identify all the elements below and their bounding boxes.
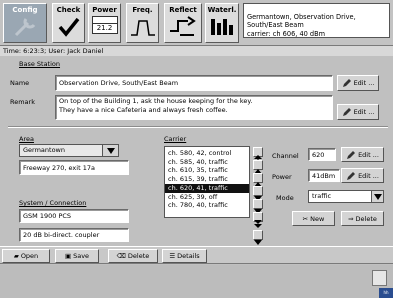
area-detail-field[interactable]: Freeway 270, exit 17a (19, 160, 129, 175)
reflect-button[interactable]: Reflect (164, 3, 202, 43)
station-info-display: Germantown, Observation Drive, South/Eas… (243, 3, 390, 38)
open-button[interactable]: ▰ Open (2, 249, 50, 263)
new-carrier-button[interactable]: ✂ New (292, 211, 335, 226)
chevron-down-icon (102, 145, 118, 156)
carrier-list-item[interactable]: ch. 615, 39, traffic (165, 175, 249, 184)
channel-field[interactable]: 620 (308, 148, 336, 161)
delete-carrier-button[interactable]: ⇒ Delete (341, 211, 384, 226)
area-dropdown[interactable]: Germantown (19, 144, 119, 157)
check-button[interactable]: Check (52, 3, 85, 43)
reflection-icon (170, 16, 196, 36)
channel-edit-label: Edit ... (358, 150, 379, 159)
open-label: Open (20, 252, 39, 260)
reflect-label: Reflect (169, 6, 197, 14)
freq-label: Freq. (132, 6, 153, 14)
area-title: Area (19, 135, 34, 143)
delete-bottom-label: Delete (127, 252, 150, 260)
move-up-button[interactable] (253, 160, 263, 174)
config-label: Config (12, 6, 38, 14)
power-edit-label: Edit ... (358, 171, 379, 180)
empty-panel: hh (0, 265, 393, 298)
checkmark-icon (58, 17, 79, 37)
bottom-toolbar: ▰ Open ▣ Save ⌫ Delete ☰ Details (0, 246, 393, 264)
divider (8, 126, 388, 128)
station-info-text: Germantown, Observation Drive, South/Eas… (247, 13, 356, 38)
system-title: System / Connection (19, 199, 87, 207)
channel-edit-button[interactable]: Edit ... (341, 147, 384, 162)
remark-field[interactable]: On top of the Building 1, ask the house … (55, 95, 333, 120)
carrier-list-item[interactable]: ch. 625, 39, off (165, 193, 249, 202)
carrier-list-item[interactable]: ch. 585, 40, traffic (165, 158, 249, 167)
waterfall-button[interactable]: Waterl. (205, 3, 239, 43)
chevron-down-icon (371, 191, 383, 202)
system-field[interactable]: GSM 1900 PCS (19, 209, 129, 223)
new-label: New (310, 214, 325, 223)
carrier-list-item[interactable]: ch. 610, 35, traffic (165, 166, 249, 175)
pencil-icon (342, 108, 351, 116)
carrier-list[interactable]: ch. 580, 42, control ch. 585, 40, traffic… (164, 146, 250, 218)
power-label: Power (92, 6, 117, 14)
pencil-icon (342, 79, 351, 87)
remark-edit-button[interactable]: Edit ... (337, 104, 379, 120)
move-bottom-button[interactable] (253, 212, 263, 228)
move-down-button[interactable] (253, 199, 263, 214)
name-edit-button[interactable]: Edit ... (337, 75, 379, 91)
config-button[interactable]: Config (3, 3, 47, 43)
spectrum-icon (130, 20, 155, 36)
move-top-button[interactable] (253, 147, 263, 163)
waterfall-icon (211, 19, 233, 35)
name-edit-label: Edit ... (353, 79, 375, 87)
delete-button[interactable]: ⌫ Delete (108, 249, 158, 263)
pencil-icon (347, 171, 356, 180)
power-meter-value: 21.2 (96, 24, 113, 32)
base-station-title: Base Station (19, 60, 61, 68)
pencil-icon (347, 150, 356, 159)
power-edit-button[interactable]: Edit ... (341, 168, 384, 183)
power-meter-icon: 21.2 (91, 16, 118, 34)
window-thumbnail-icon[interactable] (372, 270, 387, 286)
carrier-title: Carrier (164, 135, 187, 143)
disk-icon: ▣ (64, 252, 72, 260)
folder-icon: ▰ (13, 252, 19, 260)
tray-text: hh (383, 290, 389, 295)
eraser-icon: ⌫ (116, 252, 126, 260)
move-one-down-button[interactable] (253, 186, 263, 201)
carrier-list-item[interactable]: ch. 780, 40, traffic (165, 201, 249, 210)
mode-dropdown[interactable]: traffic (308, 190, 384, 203)
remark-label: Remark (10, 98, 35, 106)
connection-field[interactable]: 20 dB bi-direct. coupler (19, 228, 129, 242)
mode-selected: traffic (312, 192, 332, 200)
time-user-text: Time: 6:23:3; User: Jack Daniel (3, 47, 104, 55)
power-button[interactable]: Power 21.2 (88, 3, 121, 43)
carrier-list-item[interactable]: ch. 580, 42, control (165, 149, 249, 158)
details-button[interactable]: ☰ Details (162, 249, 207, 263)
down-arrow-icon (254, 240, 262, 245)
power-label: Power (272, 173, 292, 181)
area-selected: Germantown (23, 146, 65, 154)
delete-arrow-icon: ⇒ (348, 214, 354, 223)
waterl-label: Waterl. (207, 6, 237, 14)
check-label: Check (56, 6, 81, 14)
mode-label: Mode (276, 194, 294, 202)
frequency-button[interactable]: Freq. (126, 3, 159, 43)
carrier-list-item[interactable]: ch. 620, 41, traffic (165, 183, 249, 193)
move-one-up-button[interactable] (253, 173, 263, 187)
remark-edit-label: Edit ... (353, 108, 375, 116)
system-tray[interactable]: hh (379, 288, 393, 298)
power-field[interactable]: 41dBm (308, 169, 340, 182)
main-toolbar: Config Check Power 21.2 Freq. Reflect Wa… (0, 0, 393, 46)
name-field[interactable]: Observation Drive, South/East Beam (55, 75, 333, 91)
save-label: Save (73, 252, 90, 260)
wrench-icon (14, 18, 36, 37)
delete-label: Delete (355, 214, 377, 223)
scissors-icon: ✂ (302, 214, 309, 223)
channel-label: Channel (272, 152, 299, 160)
details-icon: ☰ (169, 252, 176, 260)
save-button[interactable]: ▣ Save (55, 249, 99, 263)
status-line: Time: 6:23:3; User: Jack Daniel (0, 46, 393, 56)
scroll-down-button[interactable] (253, 230, 263, 245)
details-label: Details (177, 252, 200, 260)
name-label: Name (10, 79, 30, 87)
double-down-icon (254, 220, 262, 228)
